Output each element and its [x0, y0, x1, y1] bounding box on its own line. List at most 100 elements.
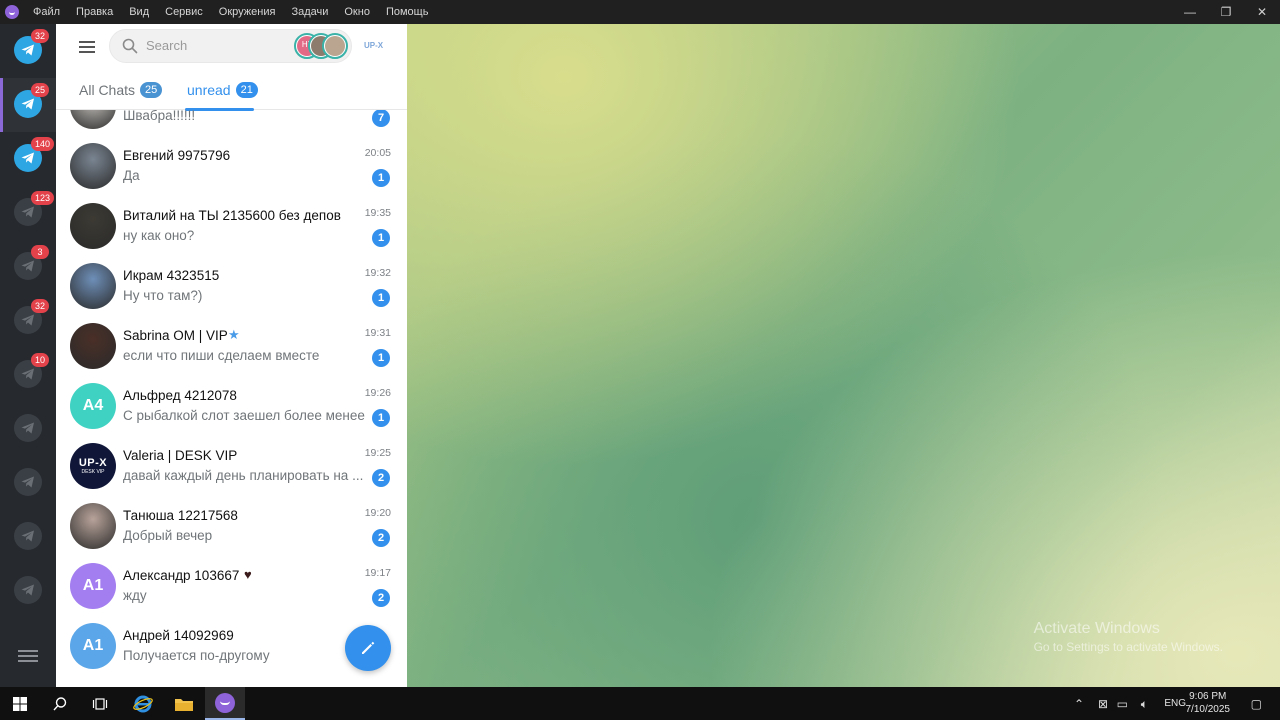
- app-logo-icon: [5, 5, 19, 19]
- network-alert-icon[interactable]: ⊠: [1098, 697, 1108, 711]
- avatar: A4: [70, 383, 116, 429]
- message-time: 19:31: [364, 327, 391, 339]
- system-tray: ⌃ ⊠ ▭ 🔈︎ ENG 9:06 PM 7/10/2025 ▢: [1060, 687, 1280, 720]
- chat-name: Андрей 14092969: [123, 628, 234, 643]
- chat-name: Икрам 4323515: [123, 268, 220, 283]
- premium-star-icon: ★: [228, 327, 240, 342]
- close-button[interactable]: ✕: [1244, 0, 1280, 24]
- chevron-up-icon[interactable]: ⌃: [1074, 697, 1084, 711]
- maximize-button[interactable]: ❐: [1208, 0, 1244, 24]
- unread-count-badge: 140: [31, 137, 55, 151]
- avatar: UP-X DESK VIP: [70, 443, 116, 489]
- avatar: [70, 110, 116, 129]
- message-preview: Да: [123, 168, 140, 183]
- menu-view[interactable]: Вид: [121, 0, 157, 24]
- upx-logo[interactable]: UP-X: [364, 41, 383, 50]
- account-item[interactable]: 32: [0, 294, 56, 348]
- account-item[interactable]: 123: [0, 186, 56, 240]
- chat-item[interactable]: Швабра!!!!!! 7: [56, 110, 407, 136]
- menu-edit[interactable]: Правка: [68, 0, 121, 24]
- avatar: [70, 263, 116, 309]
- messenger-taskbar-button[interactable]: [205, 687, 245, 720]
- telegram-icon: [14, 468, 42, 496]
- task-view-button[interactable]: [80, 687, 120, 720]
- chat-name: Александр 103667: [123, 568, 240, 583]
- account-item[interactable]: 140: [0, 132, 56, 186]
- avatar: [70, 503, 116, 549]
- chat-name: Танюша 12217568: [123, 508, 238, 523]
- message-preview: давай каждый день планировать на ...: [123, 468, 364, 483]
- telegram-icon: [14, 414, 42, 442]
- account-item[interactable]: [0, 402, 56, 456]
- chat-list: Швабра!!!!!! 7 Евгений 9975796 Да 20:05 1 Вита…: [56, 110, 407, 687]
- start-button[interactable]: [0, 687, 40, 720]
- message-preview: Получается по-другому: [123, 648, 270, 663]
- story-avatar[interactable]: [322, 33, 348, 59]
- activate-windows-watermark: Activate Windows Go to Settings to activ…: [1033, 620, 1223, 654]
- telegram-icon: [14, 522, 42, 550]
- story-avatars[interactable]: H7: [294, 33, 350, 59]
- menu-window[interactable]: Окно: [336, 0, 378, 24]
- unread-count-badge: 2: [372, 589, 390, 607]
- account-item[interactable]: 32: [0, 24, 56, 78]
- tab-unread[interactable]: unread 21: [185, 82, 258, 111]
- chat-item[interactable]: Евгений 9975796 Да 20:05 1: [56, 136, 407, 196]
- chat-item[interactable]: A4 Альфред 4212078 С рыбалкой слот заешел …: [56, 376, 407, 436]
- menu-tasks[interactable]: Задачи: [283, 0, 336, 24]
- unread-count-badge: 25: [140, 82, 163, 98]
- chat-name: Sabrina OM | VIP: [123, 328, 228, 343]
- volume-icon[interactable]: 🔈︎: [1141, 697, 1148, 712]
- chat-background: Activate Windows Go to Settings to activ…: [407, 24, 1280, 687]
- chat-item[interactable]: Икрам 4323515 Ну что там?) 19:32 1: [56, 256, 407, 316]
- message-time: 19:20: [364, 507, 391, 519]
- account-item[interactable]: 10: [0, 348, 56, 402]
- main-menu-icon[interactable]: [79, 41, 95, 56]
- menu-bar: Файл Правка Вид Сервис Окружения Задачи …: [0, 0, 1280, 24]
- tab-all-chats[interactable]: All Chats 25: [79, 82, 163, 98]
- edge-taskbar-button[interactable]: [123, 687, 163, 720]
- account-item[interactable]: [0, 564, 56, 618]
- message-time: 20:05: [364, 147, 391, 159]
- message-preview: если что пиши сделаем вместе: [123, 348, 320, 363]
- account-item[interactable]: 25: [0, 78, 56, 132]
- message-time: 19:25: [364, 447, 391, 459]
- search-input[interactable]: [146, 38, 286, 53]
- message-preview: Добрый вечер: [123, 528, 213, 543]
- chat-item[interactable]: Танюша 12217568 Добрый вечер 19:20 2: [56, 496, 407, 556]
- search-box[interactable]: H7: [109, 29, 352, 63]
- chat-item[interactable]: A1 Александр 103667 ♥ жду 19:17 2: [56, 556, 407, 616]
- account-item[interactable]: [0, 456, 56, 510]
- chat-item[interactable]: UP-X DESK VIP Valeria | DESK VIP давай кажд…: [56, 436, 407, 496]
- menu-help[interactable]: Помощь: [378, 0, 437, 24]
- chat-item[interactable]: Sabrina OM | VIP ★ если что пиши сделаем в…: [56, 316, 407, 376]
- compose-button[interactable]: [345, 625, 391, 671]
- chat-name: Виталий на ТЫ 2135600 без депов: [123, 208, 341, 223]
- folder-tabs: All Chats 25 unread 21: [56, 70, 407, 111]
- search-taskbar-button[interactable]: [40, 687, 80, 720]
- search-icon: [122, 38, 138, 54]
- language-indicator[interactable]: ENG: [1164, 698, 1186, 709]
- unread-count-badge: 1: [372, 229, 390, 247]
- unread-count-badge: 10: [31, 353, 50, 367]
- menu-environments[interactable]: Окружения: [211, 0, 284, 24]
- message-time: 19:26: [364, 387, 391, 399]
- chat-name: Valeria | DESK VIP: [123, 448, 238, 463]
- account-item[interactable]: 3: [0, 240, 56, 294]
- internet-explorer-icon: [133, 695, 153, 712]
- chat-item[interactable]: Виталий на ТЫ 2135600 без депов ну как он…: [56, 196, 407, 256]
- message-time: 19:32: [364, 267, 391, 279]
- unread-count-badge: 32: [31, 29, 50, 43]
- account-item[interactable]: [0, 510, 56, 564]
- menu-file[interactable]: Файл: [25, 0, 68, 24]
- app-logo-icon: [215, 692, 235, 713]
- display-icon[interactable]: ▭: [1117, 697, 1128, 711]
- menu-service[interactable]: Сервис: [157, 0, 211, 24]
- clock[interactable]: 9:06 PM 7/10/2025: [1186, 690, 1231, 716]
- notifications-icon[interactable]: ▢: [1251, 697, 1262, 711]
- minimize-button[interactable]: —: [1172, 0, 1208, 24]
- unread-count-badge: 1: [372, 409, 390, 427]
- message-time: 19:35: [364, 207, 391, 219]
- folder-icon: [175, 698, 193, 711]
- sidebar-menu-icon[interactable]: [18, 647, 38, 665]
- file-explorer-button[interactable]: [164, 687, 204, 720]
